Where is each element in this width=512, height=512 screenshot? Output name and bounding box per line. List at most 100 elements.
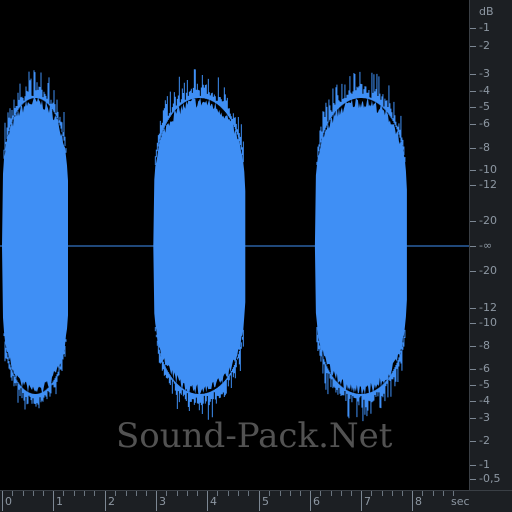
db-unit-label: dB <box>479 5 494 18</box>
db-tick <box>470 323 476 324</box>
time-tick <box>53 491 54 511</box>
waveform-segment <box>314 71 407 422</box>
db-tick <box>470 107 476 108</box>
db-tick <box>470 246 476 247</box>
db-tick <box>470 346 476 347</box>
waveform-body <box>314 97 407 396</box>
waveform-body <box>2 97 68 394</box>
db-tick-label: -6 <box>479 362 490 375</box>
db-tick-label: -0,5 <box>479 472 501 485</box>
time-tick <box>361 491 362 511</box>
db-tick-label: -20 <box>479 214 497 227</box>
time-tick-label: 2 <box>108 495 115 508</box>
db-tick-label: -3 <box>479 411 490 424</box>
time-minor-tick <box>422 491 423 496</box>
db-tick-label: -∞ <box>479 239 493 252</box>
time-tick-label: 4 <box>210 495 217 508</box>
db-tick-label: -20 <box>479 264 497 277</box>
time-tick-label: 1 <box>56 495 63 508</box>
db-tick <box>470 170 476 171</box>
db-tick-label: -6 <box>479 117 490 130</box>
db-tick-label: -12 <box>479 178 497 191</box>
time-tick <box>412 491 413 511</box>
db-tick <box>470 148 476 149</box>
db-tick-label: -8 <box>479 339 490 352</box>
time-tick-label: 6 <box>313 495 320 508</box>
db-tick <box>470 91 476 92</box>
waveform-segment <box>2 70 68 410</box>
time-minor-tick <box>166 491 167 496</box>
time-tick <box>2 491 3 511</box>
time-minor-tick <box>63 491 64 496</box>
time-ruler[interactable]: 0 1 2 3 4 5 6 7 8 sec <box>0 490 512 512</box>
time-minor-tick <box>280 491 281 496</box>
time-tick <box>156 491 157 511</box>
time-tick <box>310 491 311 511</box>
time-minor-tick <box>126 491 127 496</box>
db-tick <box>470 479 476 480</box>
db-tick-label: -10 <box>479 316 497 329</box>
time-minor-tick <box>43 491 44 496</box>
db-ruler: dB -1 -2 -3 -4 -5 -6 -8 -10 -12 -20 -∞ -20 -12 -10 -8 -… <box>469 0 512 490</box>
time-minor-tick <box>136 491 137 496</box>
time-tick-label: 7 <box>364 495 371 508</box>
time-minor-tick <box>177 491 178 496</box>
db-tick <box>470 418 476 419</box>
db-tick-label: -12 <box>479 301 497 314</box>
db-tick-label: -2 <box>479 434 490 447</box>
db-tick <box>470 221 476 222</box>
time-minor-tick <box>94 491 95 496</box>
db-tick-label: -10 <box>479 163 497 176</box>
db-tick-label: -4 <box>479 84 490 97</box>
time-minor-tick <box>290 491 291 496</box>
time-minor-tick <box>115 491 116 496</box>
audio-editor-view: dB -1 -2 -3 -4 -5 -6 -8 -10 -12 -20 -∞ -20 -12 -10 -8-… <box>0 0 512 512</box>
time-minor-tick <box>320 491 321 496</box>
waveform-segment <box>153 69 246 420</box>
db-tick-label: -2 <box>479 39 490 52</box>
time-minor-tick <box>269 491 270 496</box>
time-minor-tick <box>382 491 383 496</box>
time-minor-tick <box>238 491 239 496</box>
time-unit-label: sec <box>451 495 470 508</box>
db-tick <box>470 46 476 47</box>
time-minor-tick <box>33 491 34 496</box>
waveform-body <box>153 97 246 395</box>
db-tick <box>470 28 476 29</box>
time-tick <box>259 491 260 511</box>
time-minor-tick <box>371 491 372 496</box>
db-tick-label: -1 <box>479 458 490 471</box>
time-minor-tick <box>443 491 444 496</box>
time-minor-tick <box>23 491 24 496</box>
db-tick <box>470 308 476 309</box>
db-tick-label: -8 <box>479 141 490 154</box>
time-minor-tick <box>217 491 218 496</box>
time-minor-tick <box>84 491 85 496</box>
time-minor-tick <box>351 491 352 496</box>
time-minor-tick <box>402 491 403 496</box>
db-tick <box>470 74 476 75</box>
db-tick <box>470 124 476 125</box>
db-tick <box>470 441 476 442</box>
db-tick-label: -5 <box>479 378 490 391</box>
time-minor-tick <box>197 491 198 496</box>
db-tick <box>470 401 476 402</box>
time-tick-label: 0 <box>5 495 12 508</box>
db-tick <box>470 185 476 186</box>
time-minor-tick <box>12 491 13 496</box>
time-minor-tick <box>228 491 229 496</box>
time-minor-tick <box>248 491 249 496</box>
time-minor-tick <box>74 491 75 496</box>
time-tick-label: 3 <box>159 495 166 508</box>
time-tick <box>105 491 106 511</box>
time-minor-tick <box>187 491 188 496</box>
time-tick-label: 8 <box>415 495 422 508</box>
db-tick-label: -1 <box>479 21 490 34</box>
time-minor-tick <box>433 491 434 496</box>
watermark-text: Sound-Pack.Net <box>116 416 393 456</box>
time-tick-label: 5 <box>262 495 269 508</box>
db-tick <box>470 271 476 272</box>
db-tick-label: -3 <box>479 67 490 80</box>
db-tick <box>470 385 476 386</box>
time-minor-tick <box>331 491 332 496</box>
